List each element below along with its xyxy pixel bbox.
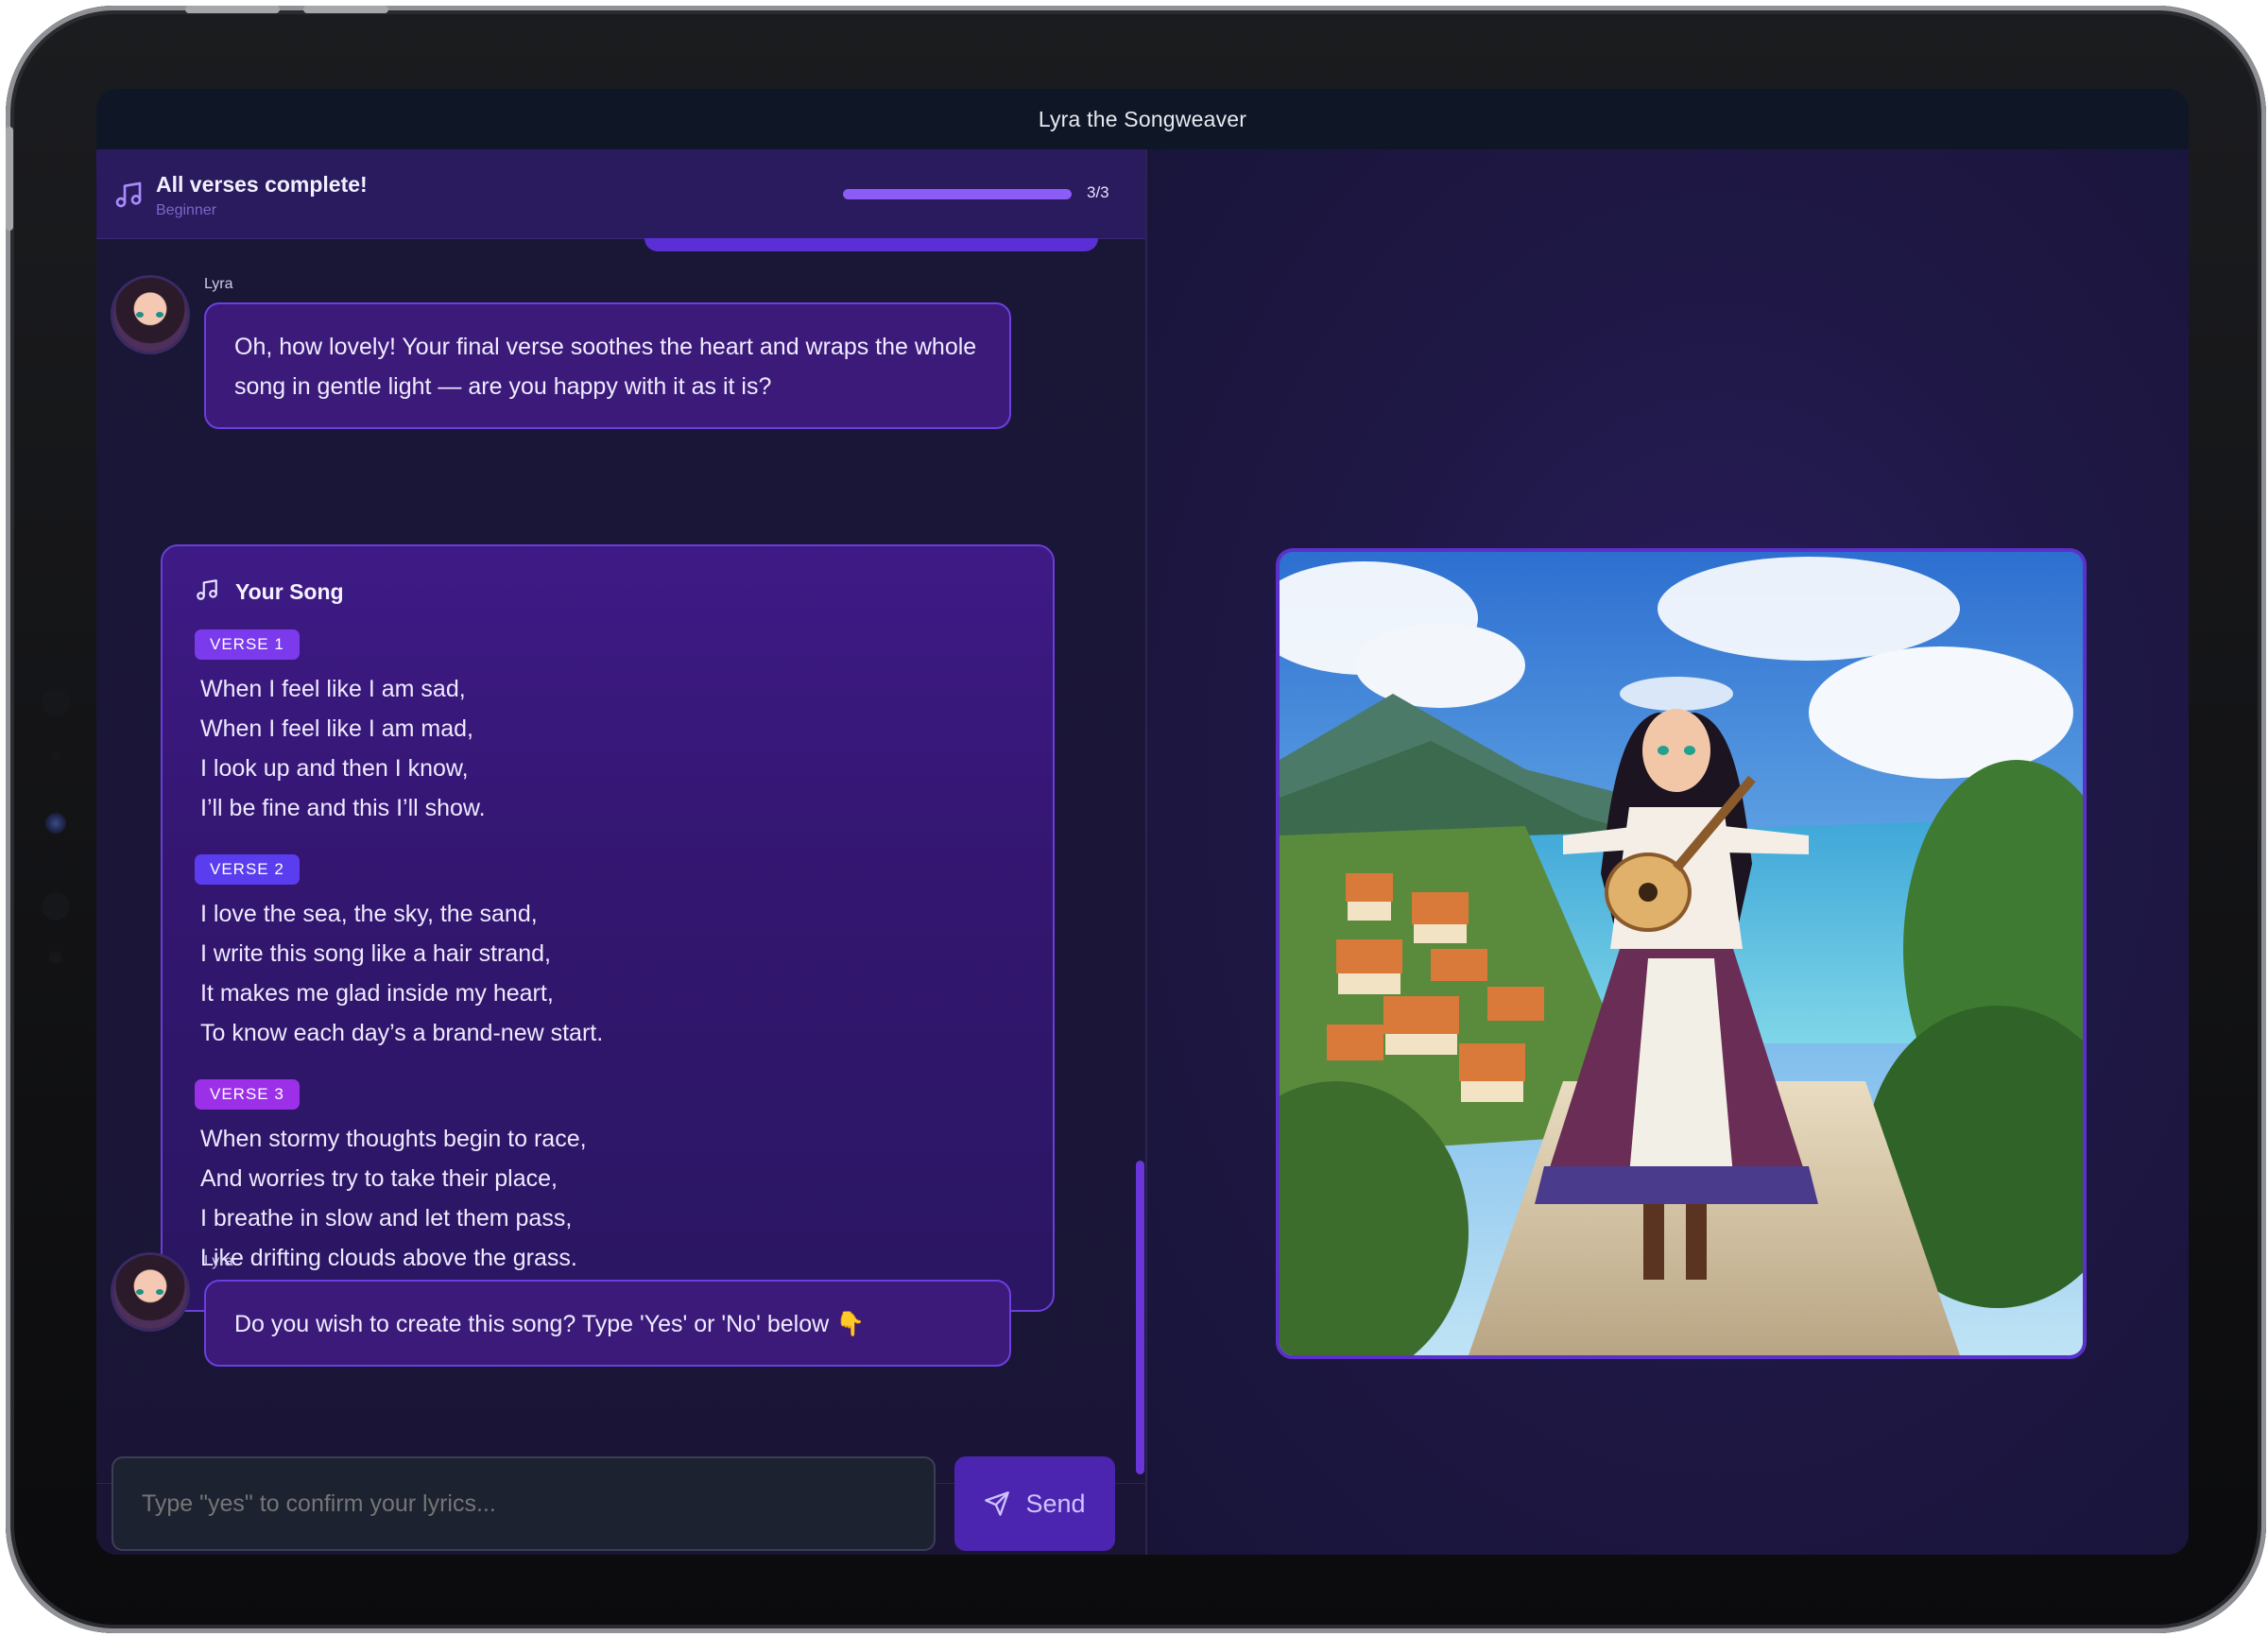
camera-sensor — [49, 951, 62, 964]
lyric-line: To know each day’s a brand-new start. — [200, 1020, 604, 1046]
paper-plane-icon — [985, 1491, 1010, 1516]
lyra-avatar — [113, 1255, 187, 1329]
chat-panel: All verses complete! Beginner 3/3 Lyra O… — [96, 149, 1147, 1555]
lyric-line: And worries try to take their place, — [200, 1165, 558, 1192]
camera-sensor — [42, 688, 70, 716]
lyra-message: Oh, how lovely! Your final verse soothes… — [204, 302, 1011, 429]
progress-count: 3/3 — [1087, 183, 1109, 201]
lyric-line: When I feel like I am mad, — [200, 715, 474, 742]
message-input[interactable] — [112, 1456, 936, 1551]
lyra-message: Do you wish to create this song? Type 'Y… — [204, 1280, 1011, 1367]
progress-bar — [843, 189, 1072, 199]
progress-title: All verses complete! — [156, 172, 368, 197]
song-card: Your Song VERSE 1 When I feel like I am … — [161, 544, 1055, 1312]
lyric-line: I breathe in slow and let them pass, — [200, 1205, 573, 1231]
volume-down-button — [303, 6, 388, 13]
lyric-line: I look up and then I know, — [200, 755, 469, 782]
lyric-line: When stormy thoughts begin to race, — [200, 1126, 587, 1152]
verse-lines: When stormy thoughts begin to race, And … — [200, 1119, 587, 1278]
app-screen: Lyra the Songweaver All verses complete!… — [96, 89, 2189, 1555]
lyra-illustration — [1276, 548, 2087, 1359]
lyric-line: When I feel like I am sad, — [200, 676, 466, 702]
camera-sensor — [42, 892, 70, 921]
verse-badge: VERSE 3 — [195, 1079, 300, 1110]
message-text: Do you wish to create this song? Type 'Y… — [234, 1311, 866, 1337]
message-sender: Lyra — [204, 1253, 233, 1269]
previous-user-message — [644, 238, 1098, 251]
window-title: Lyra the Songweaver — [96, 89, 2189, 149]
coastal-village-bard-illustration — [1280, 552, 2083, 1355]
lyric-line: It makes me glad inside my heart, — [200, 980, 554, 1007]
verse-lines: When I feel like I am sad, When I feel l… — [200, 669, 486, 828]
send-label: Send — [1025, 1489, 1086, 1518]
chat-scrollbar[interactable] — [1136, 1161, 1144, 1474]
progress-bar-fill — [843, 189, 1072, 199]
camera-sensor — [51, 752, 60, 762]
illustration-panel — [1147, 149, 2189, 1555]
music-note-icon — [115, 181, 142, 208]
progress-header: All verses complete! Beginner 3/3 — [96, 149, 1145, 239]
music-note-icon — [197, 579, 217, 600]
message-text: Oh, how lovely! Your final verse soothes… — [234, 334, 977, 400]
lyra-avatar — [113, 278, 187, 352]
message-sender: Lyra — [204, 276, 233, 292]
verse-lines: I love the sea, the sky, the sand, I wri… — [200, 894, 603, 1053]
tablet-device-frame: Lyra the Songweaver All verses complete!… — [6, 6, 2266, 1633]
lyric-line: I’ll be fine and this I’ll show. — [200, 795, 486, 821]
verse-badge: VERSE 2 — [195, 854, 300, 885]
verse-badge: VERSE 1 — [195, 629, 300, 660]
front-camera — [45, 813, 66, 834]
volume-up-button — [185, 6, 280, 13]
lyric-line: Like drifting clouds above the grass. — [200, 1245, 577, 1271]
lyric-line: I love the sea, the sky, the sand, — [200, 901, 538, 927]
lyric-line: I write this song like a hair strand, — [200, 940, 551, 967]
send-button[interactable]: Send — [954, 1456, 1115, 1551]
level-label: Beginner — [156, 202, 217, 218]
song-title: Your Song — [235, 579, 344, 604]
power-button — [6, 127, 13, 231]
